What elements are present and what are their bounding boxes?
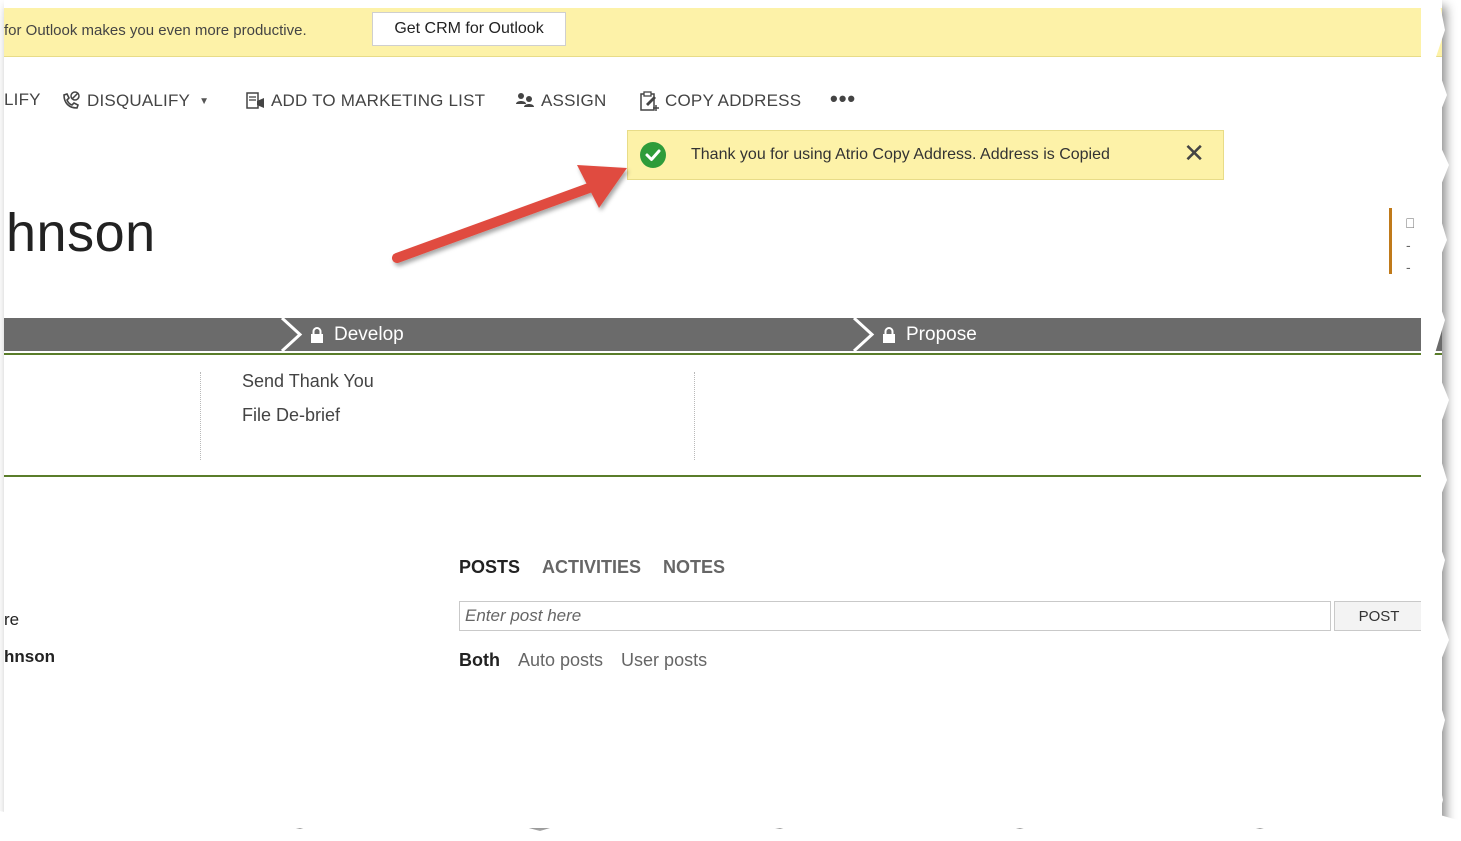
copy-address-label: COPY ADDRESS [665,91,802,110]
post-input[interactable] [459,601,1331,631]
copy-address-button[interactable]: COPY ADDRESS [638,90,801,112]
social-tabs: POSTS ACTIVITIES NOTES [459,557,725,578]
assign-label: ASSIGN [541,91,607,110]
torn-edge-right [1421,0,1449,841]
get-crm-outlook-button[interactable]: Get CRM for Outlook [372,12,566,46]
crm-window: for Outlook makes you even more producti… [4,0,1442,828]
annotation-arrow [392,165,627,263]
disqualify-label: DISQUALIFY [87,91,191,110]
marketing-label: ADD TO MARKETING LIST [271,91,486,110]
filter-auto-posts[interactable]: Auto posts [518,650,603,671]
assign-users-icon [516,93,534,107]
stage-label: Develop [334,324,404,345]
side-accent-bar [1389,208,1392,274]
record-title: hnson [6,203,156,263]
add-to-marketing-list-button[interactable]: ADD TO MARKETING LIST [244,90,485,112]
field-fragment: re [4,610,20,629]
tab-activities[interactable]: ACTIVITIES [542,557,641,578]
tab-notes[interactable]: NOTES [663,557,725,578]
tab-posts[interactable]: POSTS [459,557,520,578]
stage-chevron-icon [280,318,303,351]
post-button[interactable]: POST [1334,601,1424,631]
chevron-down-icon: ▼ [199,95,210,107]
side-fragment: ⎕ - - [1406,215,1415,275]
check-circle-icon [640,142,666,168]
step-send-thank-you[interactable]: Send Thank You [242,371,374,392]
qualify-button[interactable]: LIFY [4,90,41,110]
step-file-debrief[interactable]: File De-brief [242,405,340,426]
post-filters: Both Auto posts User posts [459,650,707,671]
stage-develop[interactable]: Develop [310,324,404,346]
lock-icon [311,327,323,343]
command-bar: LIFY DISQUALIFY ▼ ADD TO MARKETING LIST [4,82,1442,122]
process-bar: Develop Propose [4,318,1442,351]
torn-edge-bottom [0,811,1461,841]
stage-chevron-icon [852,318,875,351]
phone-disqualify-icon [63,91,80,109]
copy-address-icon [640,91,659,111]
lock-icon [883,327,895,343]
copy-success-notification: Thank you for using Atrio Copy Address. … [627,130,1224,180]
process-top-line [4,353,1442,355]
outlook-banner: for Outlook makes you even more producti… [4,8,1442,57]
process-bottom-line [4,475,1442,477]
field-fragment: hnson [4,647,55,666]
stage-propose[interactable]: Propose [882,324,977,346]
filter-both[interactable]: Both [459,650,500,671]
step-divider [200,372,201,460]
toast-message: Thank you for using Atrio Copy Address. … [691,146,1110,163]
marketing-list-icon [246,92,264,109]
disqualify-button[interactable]: DISQUALIFY ▼ [60,90,209,112]
stage-label: Propose [906,324,977,345]
qualify-label: LIFY [4,90,41,109]
step-divider [694,372,695,460]
filter-user-posts[interactable]: User posts [621,650,707,671]
more-commands-button[interactable]: ••• [830,86,856,112]
close-icon[interactable]: ✕ [1183,140,1205,166]
assign-button[interactable]: ASSIGN [514,90,606,112]
banner-text: for Outlook makes you even more producti… [4,22,307,39]
